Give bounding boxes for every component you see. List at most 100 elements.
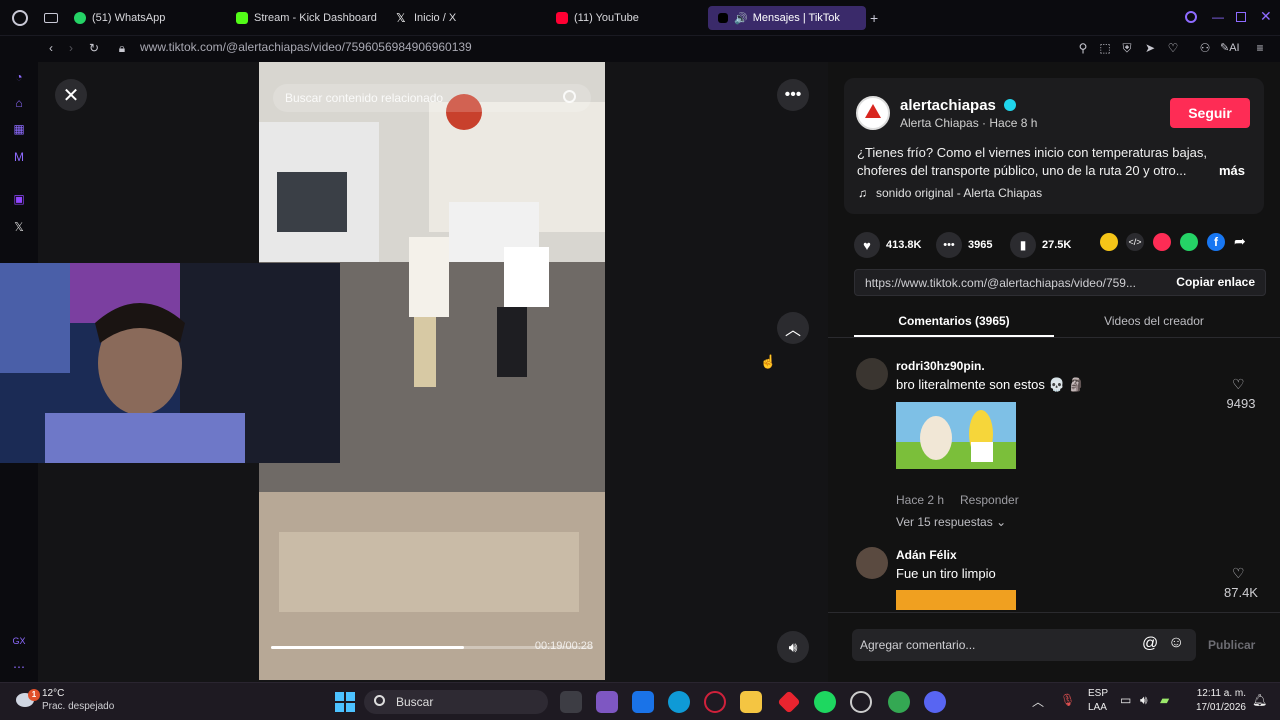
minimize-button[interactable]: — — [1212, 10, 1224, 24]
outlook-icon[interactable] — [632, 691, 654, 713]
mention-icon[interactable]: @ — [1142, 635, 1158, 653]
embed-icon[interactable]: </> — [1126, 233, 1144, 251]
comment-image[interactable] — [896, 590, 1016, 610]
aria-icon[interactable]: ◔ — [12, 70, 26, 84]
previous-video-button[interactable]: ︿ — [777, 312, 809, 344]
tab-kick[interactable]: Stream - Kick Dashboard — [236, 6, 377, 30]
ai-button[interactable]: ✎AI — [1220, 41, 1240, 54]
task-view-icon[interactable] — [560, 691, 582, 713]
save-button[interactable]: ▮ 27.5K — [1010, 232, 1071, 258]
maximize-button[interactable] — [1236, 12, 1246, 22]
more-icon[interactable]: ⋯ — [12, 660, 26, 674]
repost-icon[interactable] — [1100, 233, 1118, 251]
pin-icon[interactable]: ⚲ — [1076, 41, 1090, 55]
edge-icon[interactable] — [668, 691, 690, 713]
close-window-button[interactable]: ✕ — [1260, 8, 1272, 25]
heart-icon[interactable]: ♡ — [1166, 41, 1180, 55]
network-icon[interactable]: ▭ — [1120, 693, 1131, 707]
x-sidebar-icon[interactable]: 𝕏 — [12, 220, 26, 234]
wallet-icon[interactable]: ⚇ — [1198, 41, 1212, 55]
more-options-button[interactable]: ••• — [777, 79, 809, 111]
notification-badge: 1 — [28, 689, 40, 701]
url-field[interactable]: www.tiktok.com/@alertachiapas/video/7596… — [140, 40, 472, 54]
comment-avatar[interactable] — [856, 358, 888, 390]
whatsapp-share-icon[interactable] — [1180, 233, 1198, 251]
menu-icon[interactable]: ≡ — [1253, 41, 1267, 55]
reply-button[interactable]: Responder — [960, 493, 1019, 507]
send-icon[interactable]: ➤ — [1143, 41, 1157, 55]
search-icon[interactable] — [563, 90, 576, 103]
tab-comments[interactable]: Comentarios (3965) — [854, 314, 1054, 328]
avatar[interactable] — [856, 96, 890, 130]
tab-x[interactable]: 𝕏 Inicio / X — [396, 6, 456, 30]
comment-username[interactable]: Adán Félix — [896, 548, 957, 562]
follow-button[interactable]: Seguir — [1170, 98, 1250, 128]
tab-creator-videos[interactable]: Videos del creador — [1054, 314, 1254, 328]
related-search-bar[interactable]: Buscar contenido relacionado — [273, 84, 591, 112]
pinboard-icon[interactable]: ▦ — [12, 122, 26, 136]
tab-whatsapp[interactable]: (51) WhatsApp — [74, 6, 165, 30]
caption-line-2: choferes del transporte público, uno de … — [857, 163, 1187, 178]
reload-icon[interactable]: ↻ — [87, 41, 101, 55]
username[interactable]: alertachiapas — [900, 97, 996, 114]
close-video-button[interactable]: ✕ — [55, 79, 87, 111]
comment-time: Hace 2 h — [896, 493, 945, 507]
tray-chevron-icon[interactable]: ︿ — [1032, 693, 1044, 710]
facebook-share-icon[interactable]: f — [1207, 233, 1225, 251]
opera-logo-icon[interactable] — [12, 10, 28, 26]
weather-icon[interactable]: 1 — [14, 689, 40, 711]
opera-gx-icon[interactable] — [704, 691, 726, 713]
app-red-icon[interactable] — [777, 690, 801, 714]
tab-overview-icon[interactable] — [44, 13, 58, 23]
microphone-icon[interactable]: 🎙︎ — [1060, 693, 1075, 707]
emoji-icon[interactable]: ☺ — [1168, 634, 1184, 652]
comment-username[interactable]: rodri30hz90pin. — [896, 359, 985, 373]
view-replies-link[interactable]: Ver 15 respuestas ⌄ — [896, 515, 1006, 529]
back-icon[interactable]: ‹ — [44, 41, 58, 55]
send-to-friends-icon[interactable] — [1153, 233, 1171, 251]
discord-icon[interactable] — [924, 691, 946, 713]
volume-tray-icon[interactable]: 🔊︎ — [1140, 693, 1148, 708]
search-tabs-icon[interactable] — [1185, 11, 1197, 23]
browser-tab-bar: (51) WhatsApp Stream - Kick Dashboard 𝕏I… — [0, 0, 1280, 36]
publish-button[interactable]: Publicar — [1208, 638, 1255, 652]
workspaces-icon[interactable]: ⌂ — [12, 96, 26, 110]
comment-avatar[interactable] — [856, 547, 888, 579]
forward-icon[interactable]: › — [64, 41, 78, 55]
language-code[interactable]: ESP — [1088, 688, 1108, 699]
snapshot-icon[interactable]: ⬚ — [1098, 41, 1112, 55]
battery-icon[interactable]: ▰ — [1160, 693, 1169, 707]
tab-tiktok[interactable]: 🔊 Mensajes | TikTok — [708, 6, 866, 30]
obs-icon[interactable] — [850, 691, 872, 713]
comment-like-icon[interactable]: ♡ — [1232, 565, 1245, 582]
comment-input[interactable]: Agregar comentario... @ ☺ — [852, 629, 1196, 661]
gx-icon[interactable]: GX — [12, 634, 26, 648]
file-explorer-icon[interactable] — [740, 691, 762, 713]
comment-button[interactable]: ••• 3965 — [936, 232, 992, 258]
share-icon[interactable]: ➦ — [1234, 233, 1246, 250]
clock-time[interactable]: 12:11 a. m. — [1188, 688, 1246, 699]
copy-link-button[interactable]: Copiar enlace — [1176, 275, 1255, 289]
ellipsis-icon: ••• — [784, 86, 802, 103]
messenger-icon[interactable]: M — [12, 150, 26, 164]
volume-button[interactable]: 🔊︎ — [777, 631, 809, 663]
sound-label[interactable]: sonido original - Alerta Chiapas — [876, 186, 1042, 200]
taskbar-search[interactable]: Buscar — [364, 690, 548, 714]
language-layout[interactable]: LAA — [1088, 702, 1107, 713]
notifications-icon[interactable]: 🔔︎ — [1252, 693, 1267, 707]
copilot-icon[interactable] — [596, 691, 618, 713]
start-icon[interactable] — [334, 691, 356, 713]
more-link[interactable]: más — [1219, 162, 1245, 180]
webcam-image — [0, 263, 340, 463]
tab-youtube[interactable]: (11) YouTube — [556, 6, 639, 30]
new-tab-button[interactable]: + — [870, 10, 878, 26]
comment-image[interactable] — [896, 402, 1016, 469]
comment-like-icon[interactable]: ♡ — [1232, 376, 1245, 393]
twitch-icon[interactable]: ▣ — [12, 192, 26, 206]
like-button[interactable]: ♥ 413.8K — [854, 232, 921, 258]
shield-icon[interactable]: ⛨ — [1120, 41, 1134, 55]
clock-date[interactable]: 17/01/2026 — [1188, 702, 1246, 713]
spotify-icon[interactable] — [814, 691, 836, 713]
video-link[interactable]: https://www.tiktok.com/@alertachiapas/vi… — [865, 276, 1136, 290]
chrome-icon[interactable] — [888, 691, 910, 713]
